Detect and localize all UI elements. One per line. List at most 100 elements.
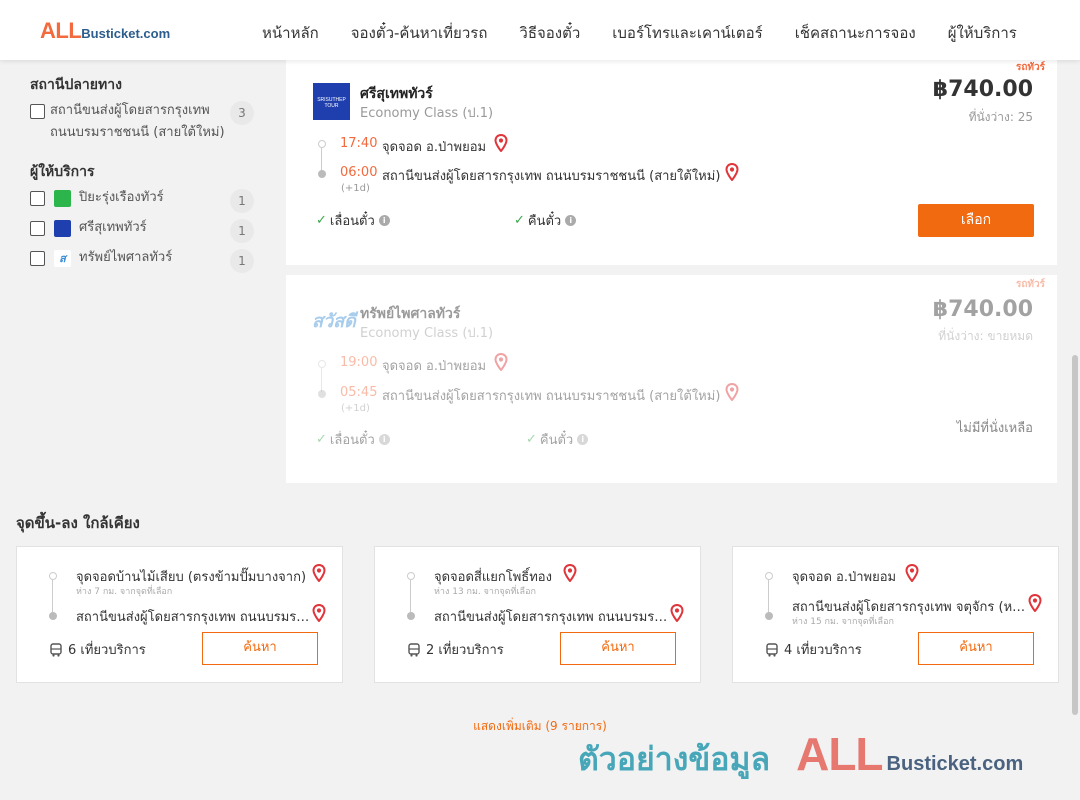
bus-icon bbox=[50, 642, 62, 657]
map-pin-icon[interactable] bbox=[312, 604, 326, 622]
map-pin-icon[interactable] bbox=[494, 134, 508, 152]
destination-label-line2[interactable]: ถนนบรมราชชนนี (สายใต้ใหม่) bbox=[50, 122, 225, 144]
timeline-start-dot bbox=[318, 140, 326, 148]
reschedule-feature: ✓ เลื่อนตั๋ว i bbox=[316, 429, 390, 450]
map-pin-icon[interactable] bbox=[563, 564, 577, 582]
logo-all-text: ALL bbox=[40, 18, 82, 43]
nearby-from-stop: จุดจอด อ.ป่าพยอม bbox=[792, 570, 897, 585]
operator-checkbox-piyarungrueang[interactable] bbox=[30, 191, 45, 206]
operator-checkbox-sappaisan[interactable] bbox=[30, 251, 45, 266]
nav-check-booking[interactable]: เช็คสถานะการจอง bbox=[795, 21, 916, 45]
operator-filter-title: ผู้ให้บริการ bbox=[30, 164, 95, 180]
sappaisan-logo-icon: สวัสดี bbox=[312, 311, 356, 332]
info-icon[interactable]: i bbox=[577, 434, 589, 445]
nearby-trip-count: 4 เที่ยวบริการ bbox=[765, 639, 862, 660]
map-pin-icon[interactable] bbox=[494, 353, 508, 371]
refund-feature: ✓ คืนตั๋ว i bbox=[514, 210, 577, 231]
main-nav: หน้าหลัก จองตั๋ว-ค้นหาเที่ยวรถ วิธีจองตั… bbox=[262, 21, 1049, 45]
no-seats-status: ไม่มีที่นั่งเหลือ bbox=[956, 421, 1033, 436]
bus-icon bbox=[408, 642, 420, 657]
watermark-logo-all: ALL bbox=[796, 728, 883, 780]
timeline-start-dot bbox=[49, 572, 57, 580]
arrive-stop: สถานีขนส่งผู้โดยสารกรุงเทพ ถนนบรมราชชนนี… bbox=[382, 389, 721, 404]
operator-checkbox-srisuthep[interactable] bbox=[30, 221, 45, 236]
nav-how-to-book[interactable]: วิธีจองตั๋ว bbox=[519, 21, 580, 45]
info-icon[interactable]: i bbox=[565, 215, 577, 226]
operator-label-piyarungrueang[interactable]: ปิยะรุ่งเรืองทัวร์ bbox=[79, 187, 164, 209]
sappaisan-logo-icon: ส bbox=[54, 250, 71, 267]
timeline-start-dot bbox=[765, 572, 773, 580]
nav-phone-counters[interactable]: เบอร์โทรและเคาน์เตอร์ bbox=[612, 21, 762, 45]
timeline-end-dot bbox=[318, 390, 326, 398]
top-header: ALL Busticket.com หน้าหลัก จองตั๋ว-ค้นหา… bbox=[0, 0, 1080, 60]
trip-count-label: 4 เที่ยวบริการ bbox=[784, 643, 862, 658]
trip-card-soldout: รถทัวร์ สวัสดี ทรัพย์ไพศาลทัวร์ Economy … bbox=[286, 275, 1057, 483]
map-pin-icon[interactable] bbox=[725, 383, 739, 401]
check-icon: ✓ bbox=[316, 432, 327, 447]
trip-price: ฿740.00 bbox=[932, 77, 1033, 102]
seats-available: ที่นั่งว่าง: 25 bbox=[968, 110, 1033, 124]
nearby-search-button[interactable]: ค้นหา bbox=[918, 632, 1034, 665]
piyarungrueang-logo-icon bbox=[54, 190, 71, 207]
timeline-line bbox=[321, 148, 322, 172]
map-pin-icon[interactable] bbox=[905, 564, 919, 582]
operator-label-sappaisan[interactable]: ทรัพย์ไพศาลทัวร์ bbox=[79, 247, 172, 269]
timeline-line bbox=[410, 580, 411, 614]
destination-count-badge: 3 bbox=[230, 101, 254, 125]
map-pin-icon[interactable] bbox=[725, 163, 739, 181]
operator-label-srisuthep[interactable]: ศรีสุเทพทัวร์ bbox=[79, 217, 147, 239]
reschedule-feature: ✓ เลื่อนตั๋ว i bbox=[316, 210, 390, 231]
logo-busticket-text: Busticket.com bbox=[81, 26, 171, 41]
destination-checkbox[interactable] bbox=[30, 104, 45, 119]
arrive-time: 05:45 bbox=[340, 385, 378, 400]
map-pin-icon[interactable] bbox=[312, 564, 326, 582]
seats-available: ที่นั่งว่าง: ขายหมด bbox=[938, 329, 1033, 343]
trip-count-label: 6 เที่ยวบริการ bbox=[68, 643, 146, 658]
select-trip-button[interactable]: เลือก bbox=[918, 204, 1034, 237]
refund-label: คืนตั๋ว bbox=[527, 214, 562, 229]
trip-count-label: 2 เที่ยวบริการ bbox=[426, 643, 504, 658]
info-icon[interactable]: i bbox=[378, 434, 390, 445]
nav-home[interactable]: หน้าหลัก bbox=[262, 21, 319, 45]
timeline-end-dot bbox=[765, 612, 773, 620]
next-day-label: (+1d) bbox=[341, 403, 370, 414]
map-pin-icon[interactable] bbox=[1028, 594, 1042, 612]
operator-count-badge: 1 bbox=[230, 249, 254, 273]
next-day-label: (+1d) bbox=[341, 183, 370, 194]
bus-type-tag: รถทัวร์ bbox=[1015, 279, 1045, 290]
nearby-to-stop: สถานีขนส่งผู้โดยสารกรุงเทพ ถนนบรมราชชนนี bbox=[76, 610, 310, 625]
destination-label-line1[interactable]: สถานีขนส่งผู้โดยสารกรุงเทพ bbox=[50, 100, 210, 122]
page-scrollbar[interactable] bbox=[1072, 355, 1078, 715]
depart-time: 17:40 bbox=[340, 136, 378, 151]
srisuthep-logo-icon bbox=[54, 220, 71, 237]
nearby-card: จุดจอดสี่แยกโพธิ์ทอง ห่าง 13 กม. จากจุดท… bbox=[374, 546, 701, 683]
reschedule-label: เลื่อนตั๋ว bbox=[329, 214, 375, 229]
check-icon: ✓ bbox=[514, 213, 525, 228]
nav-book-search[interactable]: จองตั๋ว-ค้นหาเที่ยวรถ bbox=[351, 21, 488, 45]
arrive-time: 06:00 bbox=[340, 165, 378, 180]
site-logo[interactable]: ALL Busticket.com bbox=[40, 18, 170, 44]
nearby-trip-count: 2 เที่ยวบริการ bbox=[407, 639, 504, 660]
map-pin-icon[interactable] bbox=[670, 604, 684, 622]
nav-operators[interactable]: ผู้ให้บริการ bbox=[948, 21, 1017, 45]
nearby-trip-count: 6 เที่ยวบริการ bbox=[49, 639, 146, 660]
bus-icon bbox=[766, 642, 778, 657]
watermark-logo-rest: Busticket.com bbox=[886, 753, 1024, 775]
bus-type-tag: รถทัวร์ bbox=[1015, 62, 1045, 73]
nearby-search-button[interactable]: ค้นหา bbox=[560, 632, 676, 665]
srisuthep-logo-icon: SRISUTHEP TOUR bbox=[313, 83, 350, 120]
refund-feature: ✓ คืนตั๋ว i bbox=[526, 429, 589, 450]
nearby-to-stop: สถานีขนส่งผู้โดยสารกรุงเทพ ถนนบรมราชชนนี bbox=[434, 610, 668, 625]
nearby-search-button[interactable]: ค้นหา bbox=[202, 632, 318, 665]
bus-class: Economy Class (ป.1) bbox=[360, 106, 494, 121]
nearby-to-distance: ห่าง 15 กม. จากจุดที่เลือก bbox=[792, 617, 894, 627]
bus-class: Economy Class (ป.1) bbox=[360, 326, 494, 341]
depart-stop: จุดจอด อ.ป่าพยอม bbox=[382, 140, 487, 155]
refund-label: คืนตั๋ว bbox=[539, 433, 574, 448]
timeline-end-dot bbox=[49, 612, 57, 620]
destination-filter-title: สถานีปลายทาง bbox=[30, 77, 122, 93]
info-icon[interactable]: i bbox=[378, 215, 390, 226]
timeline-line bbox=[52, 580, 53, 614]
timeline-line bbox=[768, 580, 769, 614]
arrive-stop: สถานีขนส่งผู้โดยสารกรุงเทพ ถนนบรมราชชนนี… bbox=[382, 169, 721, 184]
